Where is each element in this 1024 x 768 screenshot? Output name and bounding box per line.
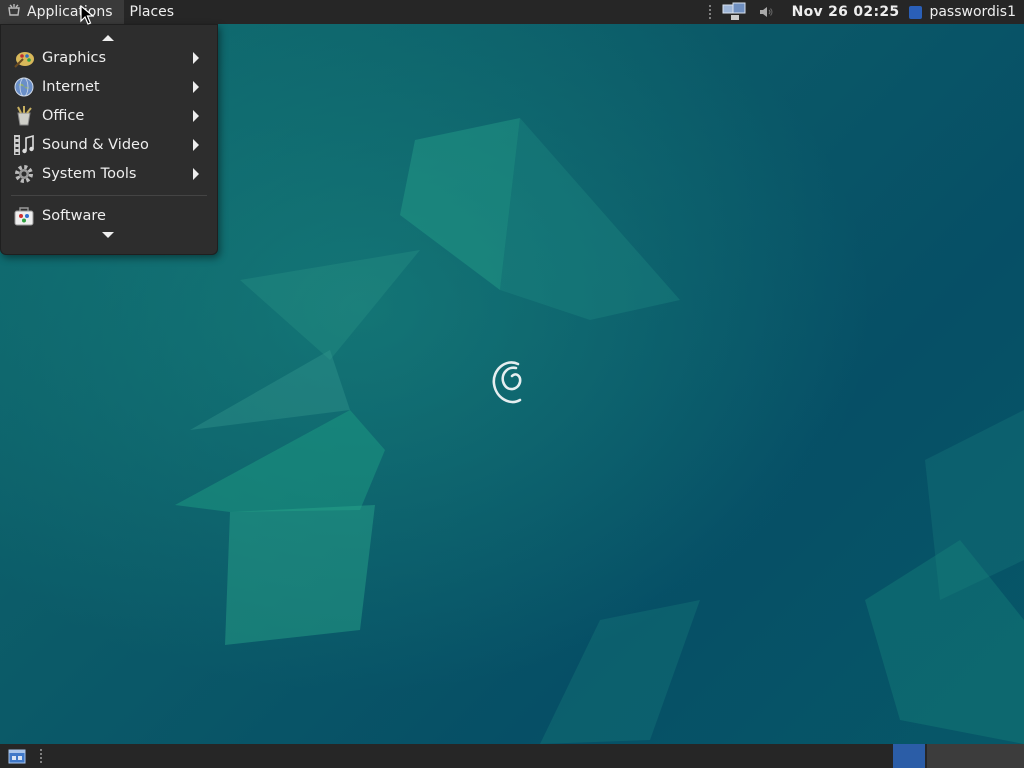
scroll-down-arrow-icon[interactable] xyxy=(102,232,114,238)
debian-logo-icon xyxy=(492,361,522,404)
submenu-arrow-icon xyxy=(193,138,199,151)
submenu-arrow-icon xyxy=(193,51,199,64)
debian-foot-icon xyxy=(6,2,22,22)
menu-separator xyxy=(11,195,207,196)
menu-item-label: Internet xyxy=(42,78,100,95)
top-panel: Applications Places Nov 26 02:25 passwor… xyxy=(0,0,1024,24)
panel-handle-icon xyxy=(707,4,712,20)
mouse-pointer-icon xyxy=(80,5,94,25)
sound-video-icon xyxy=(13,134,35,156)
menu-item-software[interactable]: Software xyxy=(1,201,217,230)
menu-item-internet[interactable]: Internet xyxy=(1,72,217,101)
username-label: passwordis1 xyxy=(929,4,1016,20)
menu-item-system-tools[interactable]: System Tools xyxy=(1,159,217,188)
network-icon[interactable] xyxy=(722,2,746,22)
scroll-up-arrow-icon[interactable] xyxy=(102,35,114,41)
workspace-2[interactable] xyxy=(927,744,1024,768)
menu-item-sound-video[interactable]: Sound & Video xyxy=(1,130,217,159)
desktop[interactable]: Applications Places Nov 26 02:25 passwor… xyxy=(0,0,1024,768)
submenu-arrow-icon xyxy=(193,167,199,180)
menu-item-graphics[interactable]: Graphics xyxy=(1,43,217,72)
menu-item-label: System Tools xyxy=(42,165,137,182)
applications-label: Applications xyxy=(27,4,113,20)
menu-item-label: Graphics xyxy=(42,49,107,66)
top-panel-right: Nov 26 02:25 passwordis1 xyxy=(704,0,1024,24)
places-menu-button[interactable]: Places xyxy=(124,0,181,24)
menu-item-label: Software xyxy=(42,207,106,224)
menu-item-office[interactable]: Office xyxy=(1,101,217,130)
show-desktop-icon[interactable] xyxy=(8,748,26,764)
bottom-panel xyxy=(0,744,1024,768)
graphics-icon xyxy=(13,47,35,69)
places-label: Places xyxy=(129,4,175,20)
user-menu[interactable]: passwordis1 xyxy=(909,4,1016,20)
internet-icon xyxy=(13,76,35,98)
clock[interactable]: Nov 26 02:25 xyxy=(792,4,900,20)
office-icon xyxy=(13,105,35,127)
panel-handle-icon xyxy=(39,748,43,764)
workspace-1[interactable] xyxy=(893,744,925,768)
menu-item-label: Sound & Video xyxy=(42,136,149,153)
submenu-arrow-icon xyxy=(193,80,199,93)
applications-dropdown-menu: Graphics Internet Office Sound & Video S… xyxy=(0,24,218,255)
submenu-arrow-icon xyxy=(193,109,199,122)
menu-item-label: Office xyxy=(42,107,85,124)
software-icon xyxy=(13,205,35,227)
volume-icon[interactable] xyxy=(758,4,774,20)
applications-menu-button[interactable]: Applications xyxy=(0,0,124,24)
user-indicator-icon xyxy=(909,5,923,19)
system-tools-icon xyxy=(13,163,35,185)
